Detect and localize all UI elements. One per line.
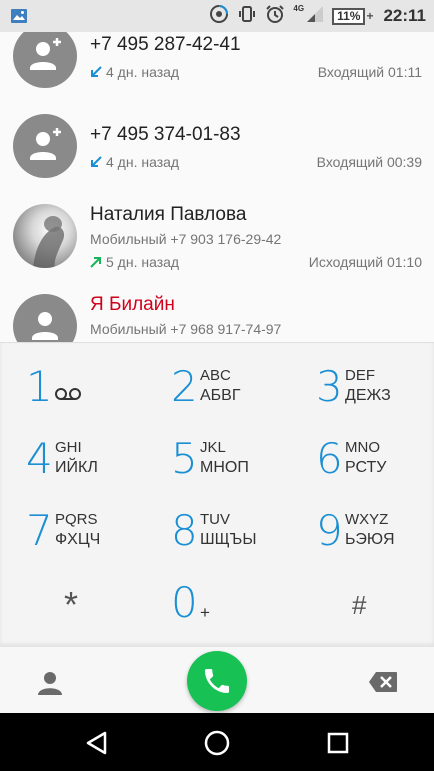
key-letters-latin: JKL: [200, 439, 226, 456]
call-time-ago: 5 дн. назад: [106, 254, 180, 270]
add-contact-icon[interactable]: [13, 32, 77, 88]
navigation-bar: [0, 713, 434, 771]
key-letters-cyrillic: ИЙКЛ: [55, 459, 98, 476]
key-digit: 5: [171, 434, 198, 483]
network-type: 4G: [293, 3, 305, 13]
phone-dialer-screen: 4G 11% + 22:11 +7 495 287-42-41 4 дн. на…: [0, 0, 434, 771]
backspace-icon[interactable]: [368, 671, 398, 693]
caller-name: Наталия Павлова: [90, 204, 247, 225]
call-time-ago: 4 дн. назад: [106, 154, 180, 170]
key-hash[interactable]: #: [308, 579, 434, 649]
key-symbol: *: [64, 584, 79, 625]
clock: 22:11: [383, 6, 426, 25]
battery-icon: 11% +: [332, 7, 374, 25]
key-6[interactable]: 6 MNO РСТУ: [308, 435, 434, 505]
recents-icon[interactable]: [324, 729, 352, 757]
contacts-icon[interactable]: [36, 669, 64, 697]
call-type-duration: Входящий 00:39: [316, 154, 422, 170]
call-log-list[interactable]: +7 495 287-42-41 4 дн. назад Входящий 01…: [0, 32, 434, 342]
key-letters-cyrillic: МНОП: [200, 459, 249, 476]
caller-name: Я Билайн: [90, 294, 175, 315]
vibrate-icon: [237, 4, 257, 29]
contact-photo[interactable]: [13, 204, 77, 268]
key-letters-cyrillic: ЬЭЮЯ: [345, 531, 395, 548]
call-log-item[interactable]: Я Билайн Мобильный +7 968 917-74-97: [0, 274, 434, 342]
incoming-call-icon: [91, 156, 102, 167]
call-button[interactable]: [187, 651, 247, 711]
dialer-action-bar: [0, 646, 434, 713]
key-letters-cyrillic: ФХЦЧ: [55, 531, 101, 548]
key-letters-cyrillic: ШЩЪЫ: [200, 531, 257, 548]
battery-level: 11%: [332, 7, 366, 25]
alarm-icon: [265, 4, 285, 29]
key-digit: 3: [316, 362, 343, 411]
key-4[interactable]: 4 GHI ИЙКЛ: [18, 435, 158, 505]
status-icons: 4G 11% + 22:11: [209, 0, 426, 32]
call-time-ago: 4 дн. назад: [106, 64, 180, 80]
call-type-duration: Входящий 01:11: [317, 64, 422, 80]
data-saver-icon: [209, 4, 229, 29]
incoming-call-icon: [91, 66, 102, 77]
key-1[interactable]: 1: [18, 363, 158, 433]
key-2[interactable]: 2 ABC АБВГ: [163, 363, 303, 433]
call-log-item[interactable]: +7 495 287-42-41 4 дн. назад Входящий 01…: [0, 32, 434, 94]
key-letters-latin: TUV: [200, 511, 230, 528]
key-9[interactable]: 9 WXYZ ЬЭЮЯ: [308, 507, 434, 577]
key-digit: 7: [26, 506, 53, 555]
key-letters-cyrillic: ДЕЖЗ: [345, 387, 391, 404]
home-icon[interactable]: [203, 729, 231, 757]
call-log-item[interactable]: Наталия Павлова Мобильный +7 903 176-29-…: [0, 184, 434, 274]
add-contact-icon[interactable]: [13, 114, 77, 178]
key-digit: 6: [316, 434, 343, 483]
key-letters-latin: ABC: [200, 367, 231, 384]
battery-charging-plus: +: [366, 9, 374, 23]
caller-number: Мобильный +7 968 917-74-97: [90, 321, 282, 337]
image-notification-icon: [10, 8, 28, 29]
caller-name: +7 495 287-42-41: [90, 34, 241, 55]
key-letters-cyrillic: РСТУ: [345, 459, 387, 476]
key-digit: 4: [26, 434, 53, 483]
key-letters-latin: GHI: [55, 439, 82, 456]
status-bar: 4G 11% + 22:11: [0, 0, 434, 32]
call-log-item[interactable]: +7 495 374-01-83 4 дн. назад Входящий 00…: [0, 94, 434, 184]
key-letters-latin: MNO: [345, 439, 380, 456]
call-type-duration: Исходящий 01:10: [308, 254, 422, 270]
key-digit: 2: [171, 362, 198, 411]
key-plus: +: [200, 603, 210, 622]
outgoing-call-icon: [90, 257, 101, 268]
dial-pad: 1 2 ABC АБВГ 3 DEF ДЕЖЗ 4 GHI ИЙКЛ 5 JKL…: [0, 342, 434, 646]
caller-name: +7 495 374-01-83: [90, 124, 241, 145]
key-letters-latin: WXYZ: [345, 511, 389, 528]
phone-icon: [205, 669, 229, 693]
key-8[interactable]: 8 TUV ШЩЪЫ: [163, 507, 303, 577]
key-digit: 1: [26, 362, 53, 411]
key-digit: 9: [316, 506, 343, 555]
key-symbol: #: [352, 590, 367, 620]
person-icon[interactable]: [13, 294, 77, 342]
key-letters-latin: PQRS: [55, 511, 98, 528]
key-7[interactable]: 7 PQRS ФХЦЧ: [18, 507, 158, 577]
key-letters-cyrillic: АБВГ: [200, 387, 241, 404]
key-star[interactable]: *: [18, 579, 158, 649]
key-digit: 8: [171, 506, 198, 555]
signal-icon: [306, 5, 324, 28]
key-5[interactable]: 5 JKL МНОП: [163, 435, 303, 505]
key-letters-latin: DEF: [345, 367, 375, 384]
back-icon[interactable]: [83, 729, 111, 757]
caller-number: Мобильный +7 903 176-29-42: [90, 231, 282, 247]
key-0[interactable]: 0 +: [163, 579, 303, 649]
key-3[interactable]: 3 DEF ДЕЖЗ: [308, 363, 434, 433]
key-digit: 0: [171, 578, 198, 627]
voicemail-icon: [54, 387, 82, 406]
